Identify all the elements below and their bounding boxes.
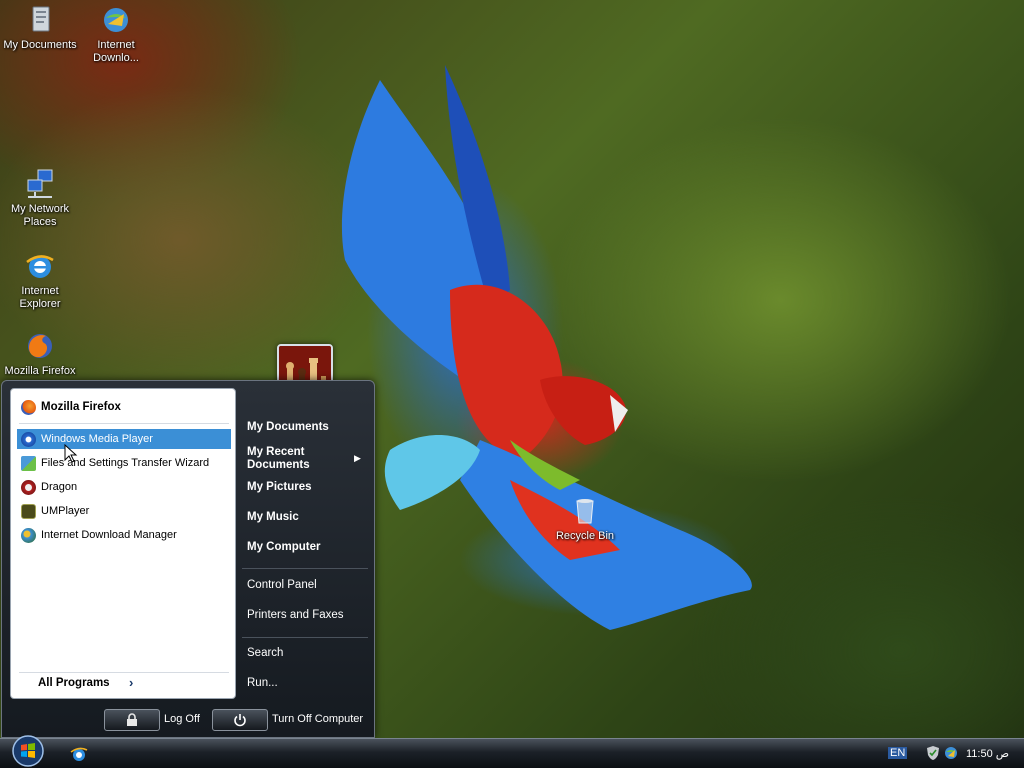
start-menu: Mozilla Firefox Windows Media Player Fil… xyxy=(1,380,375,738)
run-link[interactable]: Run... xyxy=(247,677,278,689)
place-my-music[interactable]: My Music xyxy=(247,511,299,523)
printers-and-faxes-link[interactable]: Printers and Faxes xyxy=(247,609,344,621)
search-link[interactable]: Search xyxy=(247,647,283,659)
place-my-pictures[interactable]: My Pictures xyxy=(247,481,312,493)
divider xyxy=(19,423,229,424)
divider xyxy=(19,672,229,673)
start-button[interactable] xyxy=(8,735,48,768)
documents-folder-icon xyxy=(32,6,50,32)
desktop-icon-internet-download-manager[interactable]: Internet Downlo... xyxy=(76,4,156,65)
desktop-icon-internet-explorer[interactable]: Internet Explorer xyxy=(0,250,80,311)
desktop-icon-my-documents[interactable]: My Documents xyxy=(0,4,80,52)
recent-item-label: Windows Media Player xyxy=(41,433,153,445)
desktop-icon-label: My Documents xyxy=(3,39,77,51)
recent-item-label: Dragon xyxy=(41,481,78,493)
idm-icon xyxy=(21,527,36,543)
start-menu-programs-pane: Mozilla Firefox Windows Media Player Fil… xyxy=(10,388,236,699)
divider xyxy=(242,568,368,569)
network-icon xyxy=(27,169,53,198)
pinned-item-label: Mozilla Firefox xyxy=(41,401,121,413)
desktop-icon-recycle-bin[interactable]: Recycle Bin xyxy=(545,495,625,543)
log-off-button[interactable] xyxy=(104,709,160,731)
recent-item-label: Internet Download Manager xyxy=(41,529,177,541)
pinned-item-firefox[interactable]: Mozilla Firefox xyxy=(17,397,231,417)
internet-explorer-quicklaunch-icon[interactable] xyxy=(70,745,88,763)
transfer-wizard-icon xyxy=(21,455,36,471)
lock-icon xyxy=(127,713,137,726)
divider xyxy=(242,637,368,638)
place-my-recent-documents[interactable]: My Recent Documents xyxy=(247,446,347,472)
desktop-icon-mozilla-firefox[interactable]: Mozilla Firefox xyxy=(0,330,80,378)
turn-off-button[interactable] xyxy=(212,709,268,731)
chevron-right-icon: ▶ xyxy=(354,453,361,463)
desktop-icon-label: My Network Places xyxy=(10,203,70,228)
recent-item-windows-media-player[interactable]: Windows Media Player xyxy=(17,429,231,449)
desktop-icon-label: Mozilla Firefox xyxy=(4,365,76,377)
desktop-icon-label: Internet Explorer xyxy=(19,285,61,310)
firefox-icon xyxy=(21,399,36,415)
mouse-cursor-icon xyxy=(64,444,78,463)
download-manager-tray-icon[interactable] xyxy=(943,745,959,761)
all-programs-button[interactable]: All Programs xyxy=(38,677,110,689)
taskbar: EN 11:50 ص xyxy=(0,735,1024,768)
place-my-documents[interactable]: My Documents xyxy=(247,421,329,433)
turn-off-label[interactable]: Turn Off Computer xyxy=(272,713,363,725)
desktop-icon-label: Recycle Bin xyxy=(555,530,615,542)
idm-globe-icon xyxy=(104,8,128,32)
security-shield-icon[interactable] xyxy=(926,745,940,761)
clock[interactable]: 11:50 ص xyxy=(966,747,1009,760)
chevron-right-icon: › xyxy=(129,675,134,690)
firefox-icon xyxy=(28,334,52,358)
wallpaper-parrot xyxy=(341,65,752,630)
dragon-icon xyxy=(21,479,36,495)
umplayer-icon xyxy=(21,503,36,519)
recent-item-dragon[interactable]: Dragon xyxy=(17,477,231,497)
power-icon xyxy=(234,714,246,727)
desktop-icon-label: Internet Downlo... xyxy=(93,39,139,64)
recent-item-transfer-wizard[interactable]: Files and Settings Transfer Wizard xyxy=(17,453,231,473)
recent-item-umplayer[interactable]: UMPlayer xyxy=(17,501,231,521)
media-player-icon xyxy=(21,431,36,447)
language-indicator[interactable]: EN xyxy=(888,747,908,759)
recent-item-label: UMPlayer xyxy=(41,505,90,517)
desktop-icon-my-network-places[interactable]: My Network Places xyxy=(0,168,80,229)
log-off-label[interactable]: Log Off xyxy=(164,713,200,725)
place-my-computer[interactable]: My Computer xyxy=(247,541,320,553)
recent-item-internet-download-manager[interactable]: Internet Download Manager xyxy=(17,525,231,545)
windows-logo-icon xyxy=(12,735,44,767)
control-panel-link[interactable]: Control Panel xyxy=(247,579,317,591)
internet-explorer-icon xyxy=(26,255,54,278)
recycle-bin-icon xyxy=(576,499,594,524)
